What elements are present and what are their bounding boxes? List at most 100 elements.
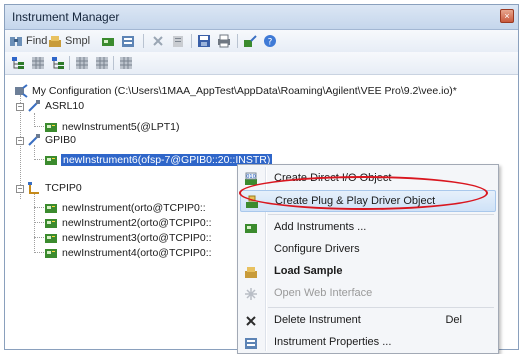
toolbar-separator	[113, 56, 114, 70]
grid-view-button-4[interactable]	[119, 55, 133, 71]
menu-item-create-direct-io[interactable]: 010 Create Direct I/O Object	[240, 168, 496, 190]
delete-icon	[151, 34, 165, 48]
help-icon: ?	[263, 34, 277, 48]
tree-node-label: newInstrument2(orto@TCPIP0::	[62, 216, 212, 229]
connect-button[interactable]	[243, 33, 257, 49]
properties-icon	[244, 336, 258, 350]
grid-icon	[75, 56, 89, 70]
find-button[interactable]: Find	[9, 33, 47, 49]
tree-add-icon	[51, 56, 65, 70]
menu-item-delete-instrument[interactable]: Delete Instrument Del	[240, 310, 496, 332]
tree-node-label: newInstrument4(orto@TCPIP0::	[62, 246, 212, 259]
tree-node-gpib0[interactable]: GPIB0	[27, 132, 76, 147]
secondary-toolbar	[5, 52, 518, 75]
properties-icon	[121, 34, 135, 48]
instrument-icon	[44, 201, 58, 215]
tree-node-label: GPIB0	[45, 133, 76, 146]
save-button[interactable]	[197, 33, 211, 49]
menu-item-label: Create Direct I/O Object	[274, 172, 392, 184]
tree-node-label: newInstrument(orto@TCPIP0::	[62, 201, 206, 214]
configuration-icon	[14, 83, 28, 98]
delete-icon	[244, 314, 258, 328]
collapse-icon[interactable]: −	[16, 137, 24, 145]
save-icon	[197, 34, 211, 48]
tree-root-label: My Configuration (C:\Users\1MAA_AppTest\…	[32, 84, 457, 97]
svg-text:?: ?	[268, 38, 273, 48]
sample-button[interactable]: Smpl	[48, 33, 90, 49]
tree-node-label: newInstrument5(@LPT1)	[62, 120, 180, 133]
menu-item-load-sample[interactable]: Load Sample	[240, 261, 496, 283]
tree-add-button[interactable]	[51, 55, 65, 71]
menu-item-configure-drivers[interactable]: Configure Drivers	[240, 239, 496, 261]
menu-item-label: Configure Drivers	[274, 243, 360, 255]
tree-node-instrument[interactable]: newInstrument3(orto@TCPIP0::	[44, 230, 212, 245]
tree-view-button[interactable]	[11, 55, 25, 71]
clipboard-icon	[171, 34, 185, 48]
menu-item-shortcut: Del	[445, 314, 462, 326]
bus-icon	[27, 133, 41, 147]
print-button[interactable]	[217, 33, 231, 49]
clipboard-button[interactable]	[171, 33, 185, 49]
sample-icon	[48, 34, 62, 48]
grid-view-button-2[interactable]	[75, 55, 89, 71]
sample-label: Smpl	[65, 35, 91, 47]
bus-icon	[27, 99, 41, 113]
find-label: Find	[26, 35, 48, 47]
instrument-button[interactable]	[101, 33, 115, 49]
tree-line	[34, 159, 44, 160]
tree-node-label: newInstrument3(orto@TCPIP0::	[62, 231, 212, 244]
instrument-icon	[44, 231, 58, 245]
find-icon	[9, 34, 23, 48]
menu-item-label: Create Plug & Play Driver Object	[275, 195, 436, 207]
grid-icon	[95, 56, 109, 70]
tree-icon	[11, 56, 25, 70]
menu-item-label: Load Sample	[274, 265, 343, 277]
toolbar-separator	[143, 34, 144, 48]
menu-item-label: Instrument Properties ...	[274, 336, 392, 348]
web-icon	[244, 287, 258, 301]
direct-io-icon: 010	[244, 172, 258, 186]
load-sample-icon	[244, 265, 258, 279]
collapse-icon[interactable]: −	[16, 103, 24, 111]
delete-button[interactable]	[151, 33, 165, 49]
grid-icon	[31, 56, 45, 70]
properties-button[interactable]	[121, 33, 135, 49]
tree-line	[34, 126, 44, 127]
grid-view-button[interactable]	[31, 55, 45, 71]
menu-item-label: Delete Instrument	[274, 314, 361, 326]
tree-node-label: TCPIP0	[45, 181, 82, 194]
network-icon	[27, 181, 41, 195]
print-icon	[217, 34, 231, 48]
menu-separator	[268, 307, 494, 308]
instrument-icon	[44, 216, 58, 230]
driver-icon	[245, 195, 259, 209]
menu-item-add-instruments[interactable]: Add Instruments ...	[240, 217, 496, 239]
tree-node-asrl10[interactable]: ASRL10	[27, 98, 84, 113]
collapse-icon[interactable]: −	[16, 185, 24, 193]
menu-item-label: Add Instruments ...	[274, 221, 367, 233]
tree-node-tcpip0[interactable]: TCPIP0	[27, 180, 82, 195]
tree-line	[34, 237, 44, 238]
menu-item-instrument-properties[interactable]: Instrument Properties ...	[240, 332, 496, 354]
tree-node-instrument[interactable]: newInstrument(orto@TCPIP0::	[44, 200, 206, 215]
menu-item-create-plug-play-driver[interactable]: Create Plug & Play Driver Object	[240, 190, 496, 212]
tree-node-instrument[interactable]: newInstrument2(orto@TCPIP0::	[44, 215, 212, 230]
tree-line	[34, 207, 44, 208]
toolbar-separator	[191, 34, 192, 48]
context-menu: 010 Create Direct I/O Object Create Plug…	[237, 164, 499, 354]
window-title: Instrument Manager	[12, 10, 120, 24]
tree-line	[34, 222, 44, 223]
grid-view-button-3[interactable]	[95, 55, 109, 71]
tree-node-label: ASRL10	[45, 99, 85, 112]
connect-icon	[243, 34, 257, 48]
tree-root[interactable]: My Configuration (C:\Users\1MAA_AppTest\…	[14, 83, 457, 98]
close-icon[interactable]: ×	[500, 9, 514, 23]
tree-node-instrument[interactable]: newInstrument4(orto@TCPIP0::	[44, 245, 212, 260]
svg-text:010: 010	[246, 174, 256, 180]
menu-separator	[268, 214, 494, 215]
menu-item-label: Open Web Interface	[274, 287, 373, 299]
toolbar-separator	[237, 34, 238, 48]
help-button[interactable]: ?	[263, 33, 277, 49]
tree-line	[34, 113, 35, 125]
toolbar-separator	[69, 56, 70, 70]
